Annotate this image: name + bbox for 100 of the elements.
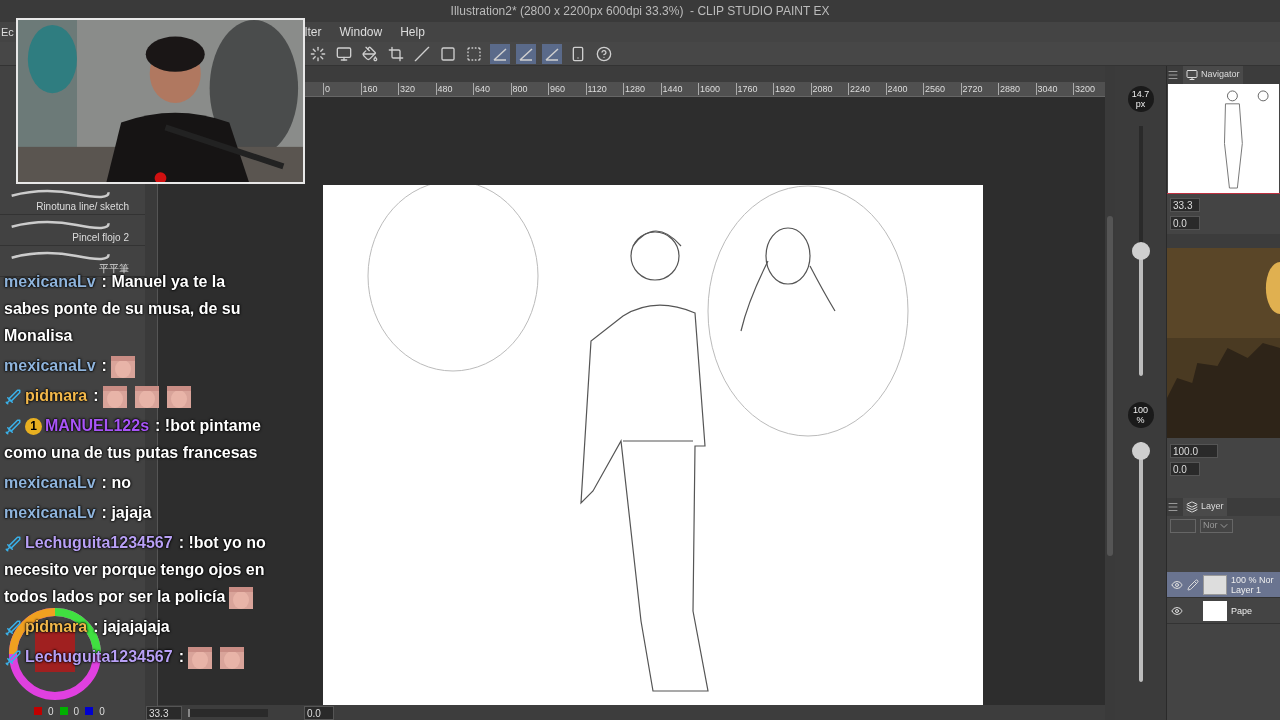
ruler-icon — [544, 45, 560, 62]
slider-reading: 14.7 — [1131, 89, 1150, 99]
menu-icon[interactable] — [1167, 501, 1179, 513]
sword-badge-icon — [4, 387, 22, 406]
sword-badge-icon — [4, 417, 22, 436]
chat-message-text: : !bot pintame — [155, 417, 261, 434]
ruler-label: 320 — [398, 83, 436, 95]
chat-username: mexicanaLv — [4, 273, 96, 290]
scrollbar[interactable] — [1107, 216, 1113, 556]
chat-message-text: : jajaja — [101, 504, 152, 521]
chat-message-text: : Manuel ya te la — [101, 273, 226, 290]
ruler-label: 0 — [323, 83, 361, 95]
ruler-label: 1600 — [698, 83, 736, 95]
toolbar-button[interactable] — [490, 43, 510, 64]
chat-message-text: : — [93, 387, 99, 404]
tablet-icon — [570, 45, 586, 62]
chat-message-text: : — [178, 648, 184, 665]
ruler-label: 800 — [510, 83, 548, 95]
sword-badge-icon — [4, 534, 22, 553]
menu-item[interactable]: Ec — [1, 23, 14, 41]
layer-mode: 100 % Nor — [1231, 574, 1274, 585]
pencil-icon — [1187, 578, 1199, 591]
ruler-label: 480 — [435, 83, 473, 95]
slider-thumb[interactable] — [1131, 242, 1150, 260]
layer-row[interactable]: Pape — [1167, 598, 1280, 624]
angle-field[interactable]: 0.0 — [304, 705, 334, 720]
window-title: Illustration2* (2800 x 2200px 600dpi 33.3%) - CLIP STUDIO PAINT EX — [450, 3, 830, 20]
ruler-label: 1760 — [735, 83, 773, 95]
angle-field[interactable]: 0.0 — [1170, 462, 1200, 476]
crop-icon — [388, 45, 404, 62]
ruler-label: 1440 — [660, 83, 698, 95]
ruler-label: 1920 — [773, 83, 811, 95]
layer-tab[interactable]: Layer — [1183, 498, 1227, 516]
frame-icon — [466, 45, 482, 62]
layer-row[interactable]: 100 % Nor Layer 1 — [1167, 572, 1280, 598]
chat-username: MANUEL122s — [45, 417, 150, 434]
layer-thumbnail — [1203, 574, 1227, 595]
monitor-icon — [1186, 69, 1198, 81]
visibility-icon[interactable] — [1171, 578, 1183, 591]
ruler-label: 640 — [473, 83, 511, 95]
square-icon — [440, 45, 456, 62]
ruler-label: 2560 — [923, 83, 961, 95]
layer-name: Layer 1 — [1231, 584, 1263, 595]
blend-mode-dropdown[interactable]: Nor — [1200, 519, 1233, 533]
chat-message-text: : !bot yo no — [178, 534, 266, 551]
color-dropdown[interactable] — [1170, 519, 1196, 533]
angle-field[interactable]: 0.0 — [1170, 216, 1200, 230]
visibility-icon[interactable] — [1171, 604, 1183, 617]
brush-name[interactable]: Rinotuna line/ sketch — [36, 199, 129, 214]
help-icon — [596, 45, 612, 62]
zoom-field[interactable]: 33.3 — [1170, 198, 1200, 212]
paint-bucket-icon — [362, 45, 378, 62]
chat-username: pidmara — [25, 387, 88, 404]
zoom-field[interactable]: 33.3 — [146, 705, 182, 720]
layers-icon — [1186, 501, 1198, 513]
chat-message-text: necesito ver porque tengo ojos en — [4, 561, 265, 578]
sword-badge-icon — [4, 648, 22, 667]
menu-item[interactable]: Window — [339, 23, 383, 41]
emote-icon — [229, 586, 254, 609]
menu-icon[interactable] — [1167, 69, 1179, 81]
ruler-label: 960 — [548, 83, 586, 95]
chat-message-text: : jajajajaja — [93, 618, 170, 635]
ruler-label: 2720 — [960, 83, 998, 95]
brush-stroke-icon — [10, 189, 110, 199]
ruler-label: 160 — [360, 83, 398, 95]
ruler-label: 2240 — [848, 83, 886, 95]
brush-name[interactable]: 平平筆 — [99, 261, 129, 276]
slash-icon — [414, 45, 430, 62]
chat-message-text: todos lados por ser la policía — [4, 588, 226, 605]
chat-message-text: como una de tus putas francesas — [4, 444, 258, 461]
ruler-label: 2400 — [885, 83, 923, 95]
chat-username: mexicanaLv — [4, 474, 96, 491]
loading-icon — [310, 45, 326, 62]
toolbar-button[interactable] — [542, 43, 562, 64]
brush-stroke-icon — [10, 251, 110, 261]
chat-username: mexicanaLv — [4, 504, 96, 521]
chat-username: mexicanaLv — [4, 357, 96, 374]
ruler-label: 2080 — [810, 83, 848, 95]
menu-item[interactable]: lter — [304, 23, 322, 41]
scale-field[interactable]: 100.0 — [1170, 444, 1218, 458]
color-channel-value[interactable]: 0 — [73, 703, 80, 719]
chat-message-text: : — [101, 357, 107, 374]
color-channel-value[interactable]: 0 — [48, 703, 54, 719]
layer-name: Pape — [1231, 605, 1253, 616]
brush-name[interactable]: Pincel flojo 2 — [72, 230, 129, 245]
zoom-slider[interactable] — [188, 708, 268, 717]
navigator-tab[interactable]: Navigator — [1183, 66, 1243, 84]
slider-unit: % — [1136, 415, 1145, 425]
chat-username: Lechuguita1234567 — [25, 534, 173, 551]
chat-message-text: : no — [101, 474, 131, 491]
monitor-icon — [336, 45, 352, 62]
menu-item[interactable]: Help — [400, 23, 425, 41]
color-channel-value[interactable]: 0 — [99, 703, 105, 719]
ruler-icon — [518, 45, 534, 62]
slider-reading: 100 — [1133, 405, 1148, 415]
ruler-label: 1120 — [585, 83, 623, 95]
chat-message-text: Monalisa — [4, 327, 73, 344]
ruler-label: 3040 — [1035, 83, 1073, 95]
toolbar-button[interactable] — [516, 43, 536, 64]
slider-thumb[interactable] — [1131, 442, 1150, 460]
